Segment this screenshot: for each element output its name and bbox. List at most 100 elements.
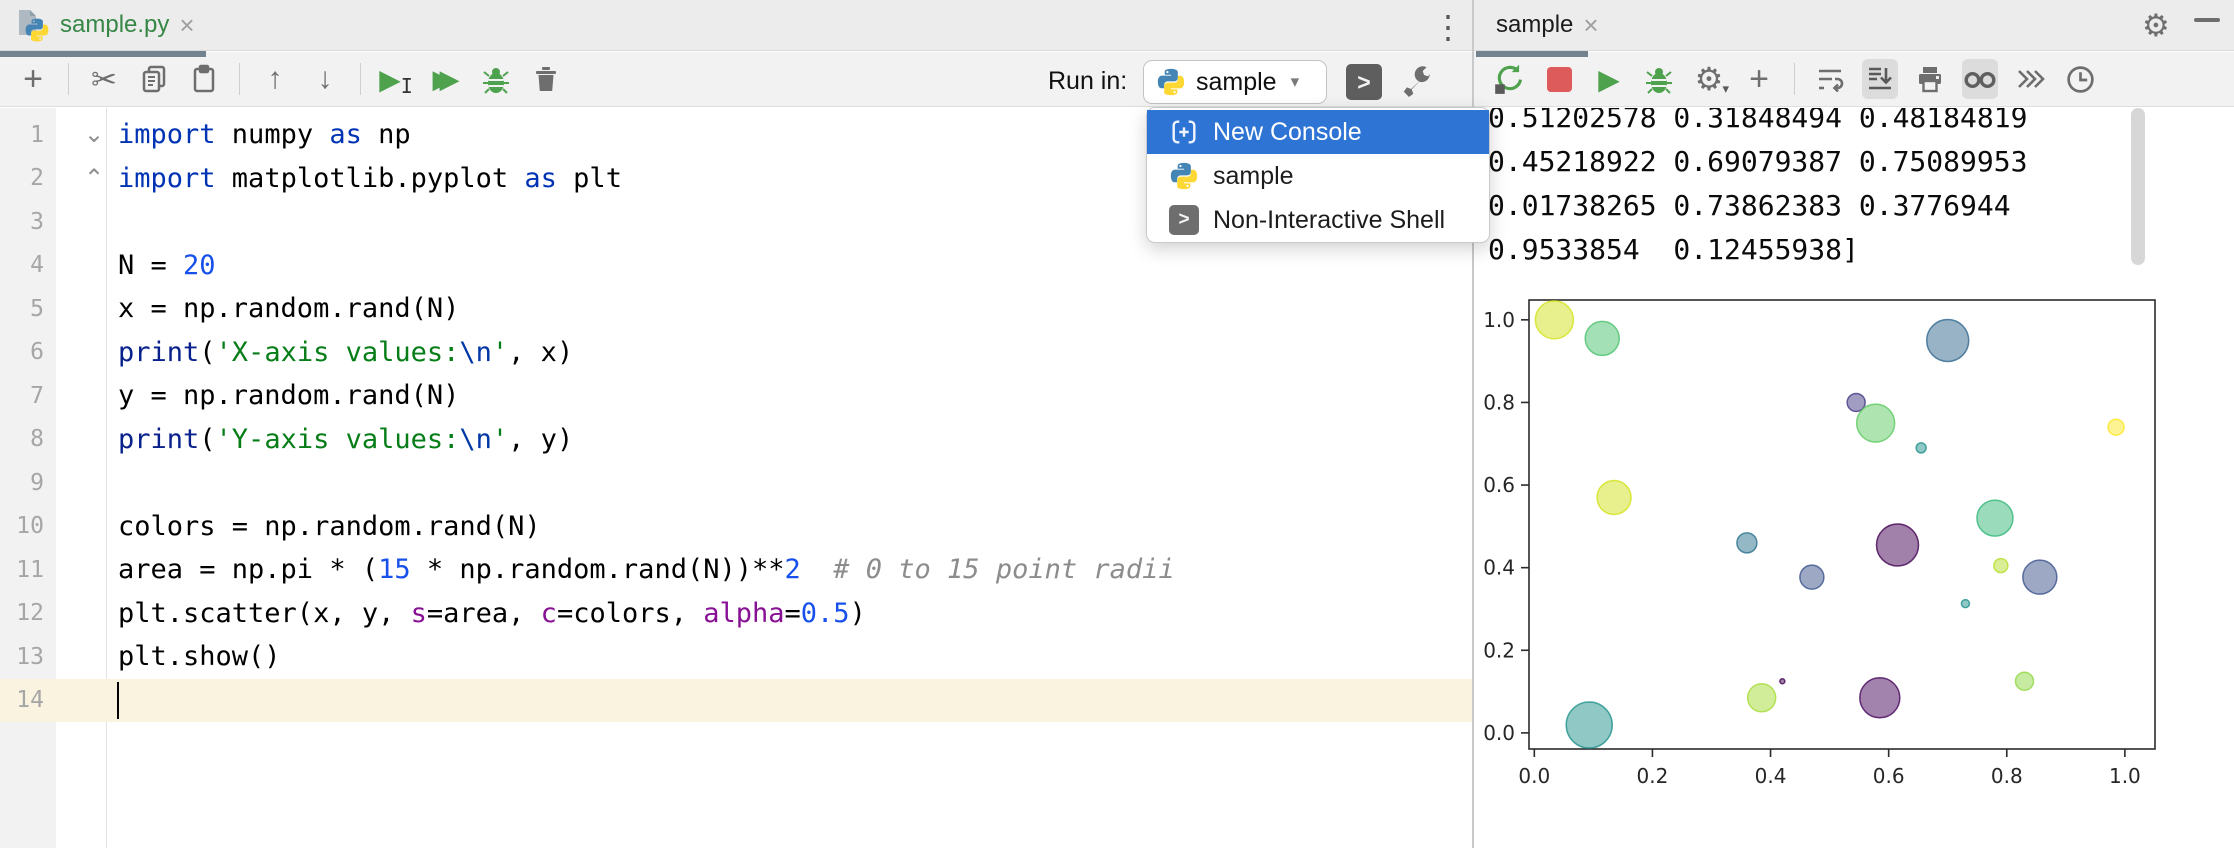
code-line-14[interactable]: 14 xyxy=(0,678,1472,722)
line-number[interactable]: 6 xyxy=(0,339,44,365)
paste-icon[interactable] xyxy=(186,59,222,99)
line-number[interactable]: 5 xyxy=(0,296,44,322)
copy-icon[interactable] xyxy=(136,59,172,99)
fold-marker-icon[interactable]: ⌃ xyxy=(84,157,104,201)
stop-icon[interactable] xyxy=(1541,59,1577,99)
code-line-13[interactable]: 13 plt.show() xyxy=(0,635,1472,679)
line-number[interactable]: 9 xyxy=(0,470,44,496)
console-line-3: 0.01738265 0.73862383 0.3776944 xyxy=(1488,189,2011,222)
svg-text:0.4: 0.4 xyxy=(1483,556,1515,580)
line-number[interactable]: 7 xyxy=(0,383,44,409)
svg-text:0.2: 0.2 xyxy=(1483,638,1515,662)
svg-text:0.4: 0.4 xyxy=(1755,764,1787,788)
line-number[interactable]: 10 xyxy=(0,513,44,539)
debug-bug-icon[interactable] xyxy=(1641,59,1677,99)
fast-forward-icon[interactable] xyxy=(2012,59,2048,99)
code-line-9[interactable]: 9 xyxy=(0,461,1472,505)
soft-wrap-icon[interactable] xyxy=(1812,59,1848,99)
scroll-to-end-icon[interactable] xyxy=(1862,59,1898,99)
line-number[interactable]: 13 xyxy=(0,644,44,670)
run-all-icon[interactable]: ▶▶ xyxy=(428,59,464,99)
history-clock-icon[interactable] xyxy=(2062,59,2098,99)
new-console-icon xyxy=(1169,117,1199,147)
settings-gear-icon[interactable]: ⚙ ▾ xyxy=(1691,59,1729,99)
print-icon[interactable] xyxy=(1912,59,1948,99)
line-number[interactable]: 2 xyxy=(0,165,44,191)
tab-sample-console[interactable]: sample × xyxy=(1480,0,1615,50)
wrench-settings-icon[interactable] xyxy=(1400,64,1434,103)
python-icon xyxy=(1157,68,1185,96)
code-line-12[interactable]: 12 plt.scatter(x, y, s=area, c=colors, al… xyxy=(0,592,1472,636)
code-line-11[interactable]: 11 area = np.pi * (15 * np.random.rand(N)… xyxy=(0,548,1472,592)
minimize-icon[interactable] xyxy=(2194,18,2220,22)
active-tab-underline xyxy=(1476,51,1588,57)
add-button[interactable]: + xyxy=(1741,59,1777,99)
line-number[interactable]: 4 xyxy=(0,252,44,278)
popup-item-label: New Console xyxy=(1213,117,1362,146)
code-text: x = np.random.rand(N) xyxy=(118,293,460,325)
close-icon[interactable]: × xyxy=(179,12,194,38)
move-down-icon[interactable]: ↓ xyxy=(307,59,343,99)
code-text: y = np.random.rand(N) xyxy=(118,380,460,412)
toolbar-separator xyxy=(1794,63,1795,95)
run-in-dropdown[interactable]: sample ▾ xyxy=(1143,60,1327,104)
active-tab-underline xyxy=(0,51,206,57)
gear-icon[interactable]: ⚙ xyxy=(2142,8,2170,44)
svg-text:0.0: 0.0 xyxy=(1483,721,1515,745)
toolbar-separator xyxy=(239,63,240,95)
code-text: plt.show() xyxy=(118,641,281,673)
line-number[interactable]: 11 xyxy=(0,557,44,583)
run-icon[interactable]: ▶ xyxy=(1591,59,1627,99)
show-variables-glasses-icon[interactable] xyxy=(1962,59,1998,99)
code-line-8[interactable]: 8 print('Y-axis values:\n', y) xyxy=(0,418,1472,462)
code-text: N = 20 xyxy=(118,249,216,281)
line-number[interactable]: 3 xyxy=(0,209,44,235)
run-in-selected-value: sample xyxy=(1196,67,1277,96)
delete-trash-icon[interactable] xyxy=(528,59,564,99)
console-line-4: 0.9533854 0.12455938] xyxy=(1488,233,1859,266)
chevron-down-icon: ▾ xyxy=(1290,72,1300,91)
code-line-4[interactable]: 4 N = 20 xyxy=(0,244,1472,288)
svg-text:0.8: 0.8 xyxy=(1483,390,1515,414)
debug-bug-icon[interactable] xyxy=(478,59,514,99)
popup-item-sample[interactable]: sample xyxy=(1147,154,1489,198)
popup-item-label: Non-Interactive Shell xyxy=(1213,205,1446,234)
toolbar-separator xyxy=(360,63,361,95)
code-text: print('X-axis values:\n', x) xyxy=(118,336,574,368)
fold-marker-icon[interactable]: ⌄ xyxy=(84,113,104,157)
svg-text:0.8: 0.8 xyxy=(1991,764,2023,788)
svg-text:1.0: 1.0 xyxy=(2109,764,2141,788)
code-text: plt.scatter(x, y, s=area, c=colors, alph… xyxy=(118,597,866,629)
run-selection-icon[interactable]: ▶ I xyxy=(378,59,414,99)
scrollbar-thumb[interactable] xyxy=(2131,108,2145,265)
line-number[interactable]: 12 xyxy=(0,600,44,626)
code-line-10[interactable]: 10 colors = np.random.rand(N) xyxy=(0,505,1472,549)
popup-item-non-interactive-shell[interactable]: > Non-Interactive Shell xyxy=(1147,198,1489,242)
code-line-5[interactable]: 5 x = np.random.rand(N) xyxy=(0,287,1472,331)
line-number[interactable]: 14 xyxy=(0,687,44,713)
tab-sample-py[interactable]: sample.py × xyxy=(0,0,211,50)
ide-window: sample.py × ⋮ + ✂ ↑ ↓ ▶ I ▶▶ Run in: sam… xyxy=(0,0,2234,848)
scatter-plot-image: 0.0 0.2 0.4 0.6 0.8 1.0 0.0 0.2 0.4 0.6 0.8 1.0 xyxy=(1483,299,2156,788)
python-file-icon xyxy=(16,7,50,43)
rerun-icon[interactable] xyxy=(1491,59,1527,99)
cut-icon[interactable]: ✂ xyxy=(86,59,122,99)
line-number[interactable]: 8 xyxy=(0,426,44,452)
code-line-6[interactable]: 6 print('X-axis values:\n', x) xyxy=(0,331,1472,375)
line-number[interactable]: 1 xyxy=(0,122,44,148)
add-button[interactable]: + xyxy=(15,59,51,99)
code-line-7[interactable]: 7 y = np.random.rand(N) xyxy=(0,374,1472,418)
svg-text:0.0: 0.0 xyxy=(1518,764,1550,788)
console-line-1: 0.51202578 0.31848494 0.48184819 xyxy=(1488,108,2028,134)
open-terminal-icon[interactable]: > xyxy=(1346,64,1382,100)
popup-item-label: sample xyxy=(1213,161,1294,190)
svg-text:0.2: 0.2 xyxy=(1637,764,1669,788)
console-text: 0.51202578 0.31848494 0.48184819 0.452189… xyxy=(1488,108,2027,272)
popup-item-new-console[interactable]: New Console xyxy=(1147,110,1489,154)
move-up-icon[interactable]: ↑ xyxy=(257,59,293,99)
code-text: import matplotlib.pyplot as plt xyxy=(118,162,622,194)
more-options-kebab-icon[interactable]: ⋮ xyxy=(1432,8,1464,46)
svg-text:1.0: 1.0 xyxy=(1483,308,1515,332)
shell-icon: > xyxy=(1169,205,1199,235)
close-icon[interactable]: × xyxy=(1583,12,1598,38)
